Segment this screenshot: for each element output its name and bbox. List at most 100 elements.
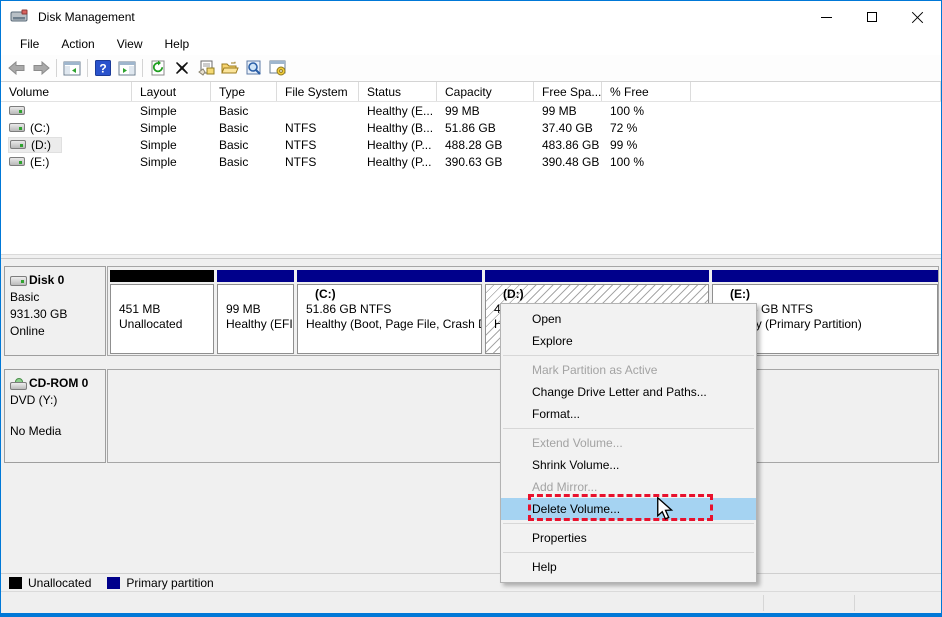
menu-item-change-drive-letter[interactable]: Change Drive Letter and Paths... bbox=[501, 381, 756, 403]
volume-drive-icon bbox=[9, 123, 25, 132]
menu-help[interactable]: Help bbox=[156, 35, 199, 53]
volume-list-header: Volume Layout Type File System Status Ca… bbox=[1, 82, 941, 102]
column-header-layout[interactable]: Layout bbox=[132, 82, 211, 101]
properties-icon[interactable] bbox=[194, 57, 218, 79]
menu-separator bbox=[503, 428, 754, 429]
settings-icon[interactable] bbox=[266, 57, 290, 79]
column-header-volume[interactable]: Volume bbox=[1, 82, 132, 101]
volume-pct-free: 72 % bbox=[602, 121, 691, 135]
volume-capacity: 51.86 GB bbox=[437, 121, 534, 135]
volume-name: (E:) bbox=[30, 155, 49, 169]
column-header-file-system[interactable]: File System bbox=[277, 82, 359, 101]
disk-management-app-icon bbox=[10, 9, 30, 25]
menu-view[interactable]: View bbox=[108, 35, 152, 53]
volume-layout: Simple bbox=[132, 138, 211, 152]
menu-separator bbox=[503, 552, 754, 553]
menu-item-mark-partition-active: Mark Partition as Active bbox=[501, 359, 756, 381]
context-menu: Open Explore Mark Partition as Active Ch… bbox=[500, 303, 757, 583]
cdrom-icon bbox=[10, 378, 27, 390]
volume-status: Healthy (B... bbox=[359, 121, 437, 135]
cdrom-info-box[interactable]: CD-ROM 0 DVD (Y:) No Media bbox=[4, 369, 106, 463]
legend-bar: Unallocated Primary partition bbox=[1, 573, 941, 591]
cdrom-status: No Media bbox=[10, 423, 101, 440]
console-tree-icon[interactable] bbox=[60, 57, 84, 79]
window-title: Disk Management bbox=[38, 10, 135, 24]
volume-drive-icon bbox=[9, 106, 25, 115]
menu-separator bbox=[503, 355, 754, 356]
partition-status: Healthy (Boot, Page File, Crash D bbox=[306, 317, 481, 332]
cdrom-type: DVD (Y:) bbox=[10, 392, 101, 409]
refresh-icon[interactable] bbox=[146, 57, 170, 79]
close-icon bbox=[912, 11, 924, 23]
partition-label: (C:) bbox=[306, 287, 481, 302]
menu-item-format[interactable]: Format... bbox=[501, 403, 756, 425]
action-pane-icon[interactable] bbox=[115, 57, 139, 79]
delete-icon[interactable] bbox=[170, 57, 194, 79]
menu-item-help[interactable]: Help bbox=[501, 556, 756, 578]
partition-c[interactable]: (C:) 51.86 GB NTFS Healthy (Boot, Page F… bbox=[297, 267, 482, 355]
table-row-selected[interactable]: (D:) Simple Basic NTFS Healthy (P... 488… bbox=[1, 136, 941, 153]
column-header-capacity[interactable]: Capacity bbox=[437, 82, 534, 101]
title-bar: Disk Management bbox=[1, 1, 941, 33]
partition-unallocated[interactable]: 451 MB Unallocated bbox=[110, 267, 214, 355]
column-header-free-space[interactable]: Free Spa... bbox=[534, 82, 602, 101]
disk-icon bbox=[10, 276, 27, 286]
volume-capacity: 390.63 GB bbox=[437, 155, 534, 169]
close-button[interactable] bbox=[895, 1, 941, 33]
menu-separator bbox=[503, 523, 754, 524]
primary-partition-swatch-icon bbox=[107, 577, 120, 589]
zoom-icon[interactable] bbox=[242, 57, 266, 79]
disk0-status: Online bbox=[10, 323, 101, 340]
volume-status: Healthy (E... bbox=[359, 104, 437, 118]
volume-drive-icon bbox=[10, 140, 26, 149]
disk0-info-box[interactable]: Disk 0 Basic 931.30 GB Online bbox=[4, 266, 106, 356]
menu-bar: File Action View Help bbox=[1, 33, 941, 55]
minimize-button[interactable] bbox=[803, 1, 849, 33]
toolbar-separator bbox=[56, 59, 57, 77]
table-row[interactable]: (C:) Simple Basic NTFS Healthy (B... 51.… bbox=[1, 119, 941, 136]
partition-efi[interactable]: 99 MB Healthy (EFI bbox=[217, 267, 294, 355]
open-folder-icon[interactable] bbox=[218, 57, 242, 79]
column-header-status[interactable]: Status bbox=[359, 82, 437, 101]
graphical-view-pane: Disk 0 Basic 931.30 GB Online 451 MB Una… bbox=[1, 259, 941, 573]
menu-item-explore[interactable]: Explore bbox=[501, 330, 756, 352]
column-header-pct-free[interactable]: % Free bbox=[602, 82, 691, 101]
volume-pct-free: 100 % bbox=[602, 155, 691, 169]
menu-item-open[interactable]: Open bbox=[501, 308, 756, 330]
column-header-type[interactable]: Type bbox=[211, 82, 277, 101]
menu-item-properties[interactable]: Properties bbox=[501, 527, 756, 549]
status-bar bbox=[1, 591, 941, 613]
volume-file-system: NTFS bbox=[277, 138, 359, 152]
volume-capacity: 488.28 GB bbox=[437, 138, 534, 152]
column-header-filler bbox=[691, 82, 941, 101]
volume-layout: Simple bbox=[132, 104, 211, 118]
volume-list-pane: Volume Layout Type File System Status Ca… bbox=[1, 82, 941, 254]
help-icon[interactable]: ? bbox=[91, 57, 115, 79]
maximize-button[interactable] bbox=[849, 1, 895, 33]
partition-size: 51.86 GB NTFS bbox=[306, 302, 481, 317]
forward-icon[interactable] bbox=[29, 57, 53, 79]
volume-type: Basic bbox=[211, 138, 277, 152]
volume-free-space: 37.40 GB bbox=[534, 121, 602, 135]
volume-pct-free: 99 % bbox=[602, 138, 691, 152]
volume-layout: Simple bbox=[132, 121, 211, 135]
cdrom-name: CD-ROM 0 bbox=[29, 375, 88, 392]
volume-pct-free: 100 % bbox=[602, 104, 691, 118]
volume-type: Basic bbox=[211, 121, 277, 135]
partition-size: 451 MB bbox=[119, 302, 213, 317]
menu-item-shrink-volume[interactable]: Shrink Volume... bbox=[501, 454, 756, 476]
disk0-capacity: 931.30 GB bbox=[10, 306, 101, 323]
disk0-name: Disk 0 bbox=[29, 272, 64, 289]
partition-label: (D:) bbox=[494, 287, 708, 302]
disk-management-window: Disk Management File Action View Help bbox=[0, 0, 942, 617]
back-icon[interactable] bbox=[5, 57, 29, 79]
volume-capacity: 99 MB bbox=[437, 104, 534, 118]
partition-color-bar bbox=[485, 270, 709, 282]
table-row[interactable]: (E:) Simple Basic NTFS Healthy (P... 390… bbox=[1, 153, 941, 170]
menu-action[interactable]: Action bbox=[52, 35, 103, 53]
legend-primary-partition-label: Primary partition bbox=[126, 576, 213, 590]
legend-unallocated-label: Unallocated bbox=[28, 576, 91, 590]
table-row[interactable]: Simple Basic Healthy (E... 99 MB 99 MB 1… bbox=[1, 102, 941, 119]
volume-free-space: 483.86 GB bbox=[534, 138, 602, 152]
menu-file[interactable]: File bbox=[11, 35, 48, 53]
